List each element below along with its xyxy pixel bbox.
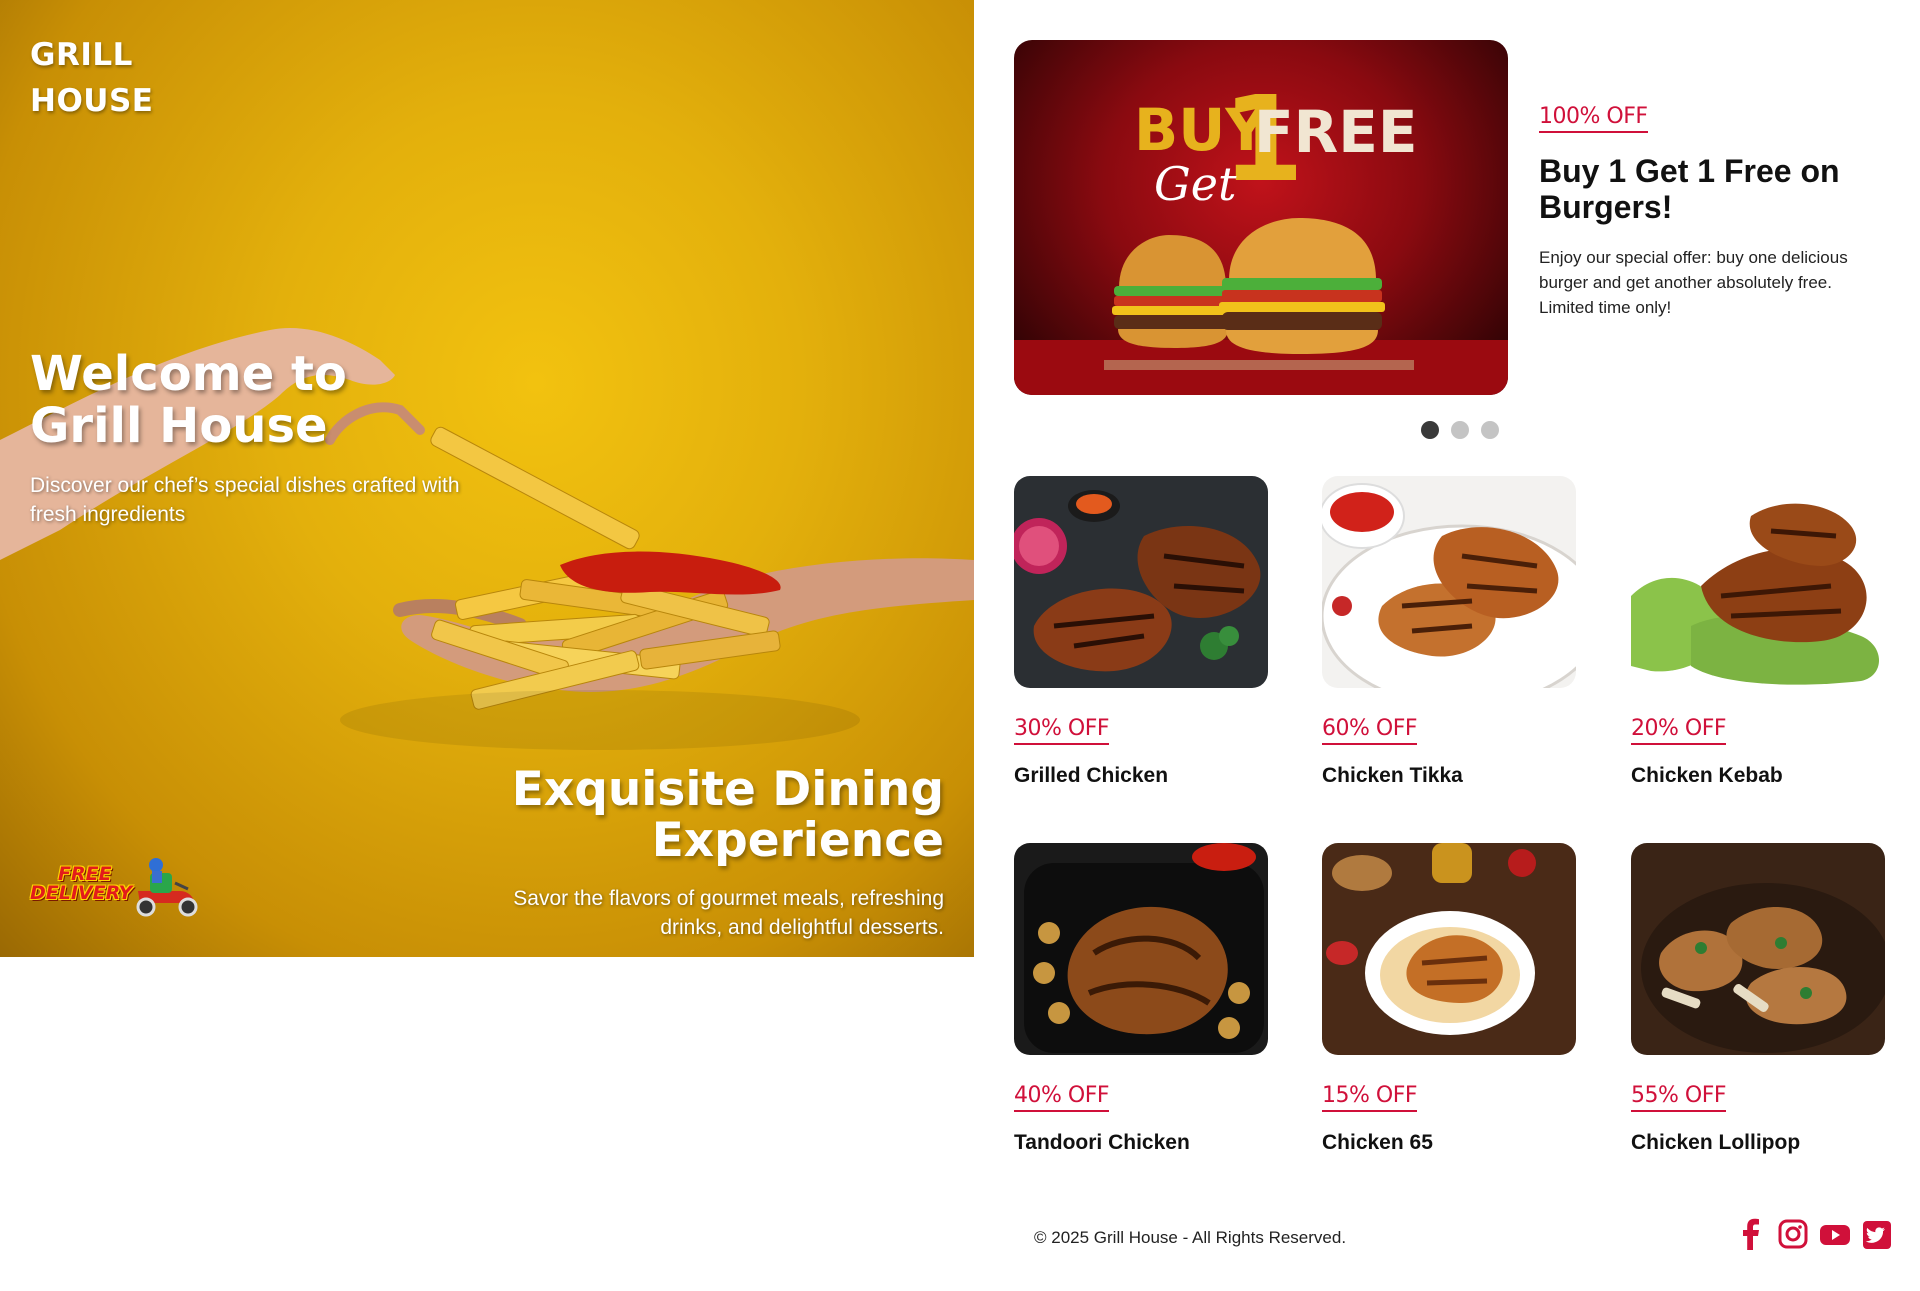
menu-discount-badge: 40% OFF [1014,1083,1110,1112]
carousel-dots [1421,421,1499,439]
chicken-65-image [1322,843,1576,1055]
menu-item-name: Grilled Chicken [1014,764,1169,787]
hero-title-secondary: Exquisite Dining Experience [511,762,944,868]
menu-card-grilled-chicken[interactable]: 30% OFF Grilled Chicken [1014,476,1268,787]
social-links [1736,1218,1892,1250]
carousel-dot-2[interactable] [1451,421,1469,439]
promo-title: Buy 1 Get 1 Free on Burgers! [1539,153,1840,225]
menu-discount-badge: 15% OFF [1322,1083,1418,1112]
promo-description: Enjoy our special offer: buy one delicio… [1539,248,1848,317]
promo-image-get: Get [1154,157,1237,211]
chicken-kebab-image [1631,476,1885,688]
brand-line-2: HOUSE [30,83,154,119]
menu-card-chicken-65[interactable]: 15% OFF Chicken 65 [1322,843,1576,1154]
chicken-tikka-image [1322,476,1576,688]
menu-discount-badge: 60% OFF [1322,716,1418,745]
menu-item-name: Chicken Kebab [1631,764,1783,787]
free-delivery-badge: FREE DELIVERY [30,843,202,919]
hero-subtitle: Discover our chef’s special dishes craft… [30,474,460,526]
twitter-icon[interactable] [1862,1218,1892,1250]
footer-copyright: © 2025 Grill House - All Rights Reserved… [1034,1228,1347,1247]
youtube-icon[interactable] [1820,1218,1850,1250]
grilled-chicken-image [1014,476,1268,688]
menu-item-name: Chicken Lollipop [1631,1131,1801,1154]
promo-discount-badge: 100% OFF [1539,104,1648,133]
tandoori-chicken-image [1014,843,1268,1055]
instagram-icon[interactable] [1778,1218,1808,1250]
menu-card-tandoori-chicken[interactable]: 40% OFF Tandoori Chicken [1014,843,1268,1154]
carousel-dot-3[interactable] [1481,421,1499,439]
promo-slide-image[interactable]: BUY 1 Get FREE [1014,40,1508,395]
menu-discount-badge: 20% OFF [1631,716,1727,745]
brand-logo[interactable]: GRILL HOUSE [30,32,153,124]
menu-card-chicken-kebab[interactable]: 20% OFF Chicken Kebab [1631,476,1885,787]
hero-title: Welcome to Grill House [30,346,347,454]
menu-card-chicken-lollipop[interactable]: 55% OFF Chicken Lollipop [1631,843,1885,1154]
promo-image-free: FREE [1254,98,1418,166]
brand-line-1: GRILL [30,37,133,73]
menu-discount-badge: 30% OFF [1014,716,1110,745]
delivery-text: FREE DELIVERY [30,865,132,903]
chicken-lollipop-image [1631,843,1885,1055]
facebook-icon[interactable] [1736,1218,1766,1250]
menu-item-name: Chicken 65 [1322,1131,1433,1154]
hero-subtitle-secondary: Savor the flavors of gourmet meals, refr… [513,887,944,939]
menu-item-name: Tandoori Chicken [1014,1131,1190,1154]
delivery-line-2: DELIVERY [30,882,133,904]
menu-discount-badge: 55% OFF [1631,1083,1727,1112]
carousel-dot-1[interactable] [1421,421,1439,439]
menu-card-chicken-tikka[interactable]: 60% OFF Chicken Tikka [1322,476,1576,787]
hero-banner: GRILL HOUSE Welcome to Grill House Disco… [0,0,974,957]
burger-promo-image: BUY 1 Get FREE [1014,70,1508,395]
menu-item-name: Chicken Tikka [1322,764,1463,787]
